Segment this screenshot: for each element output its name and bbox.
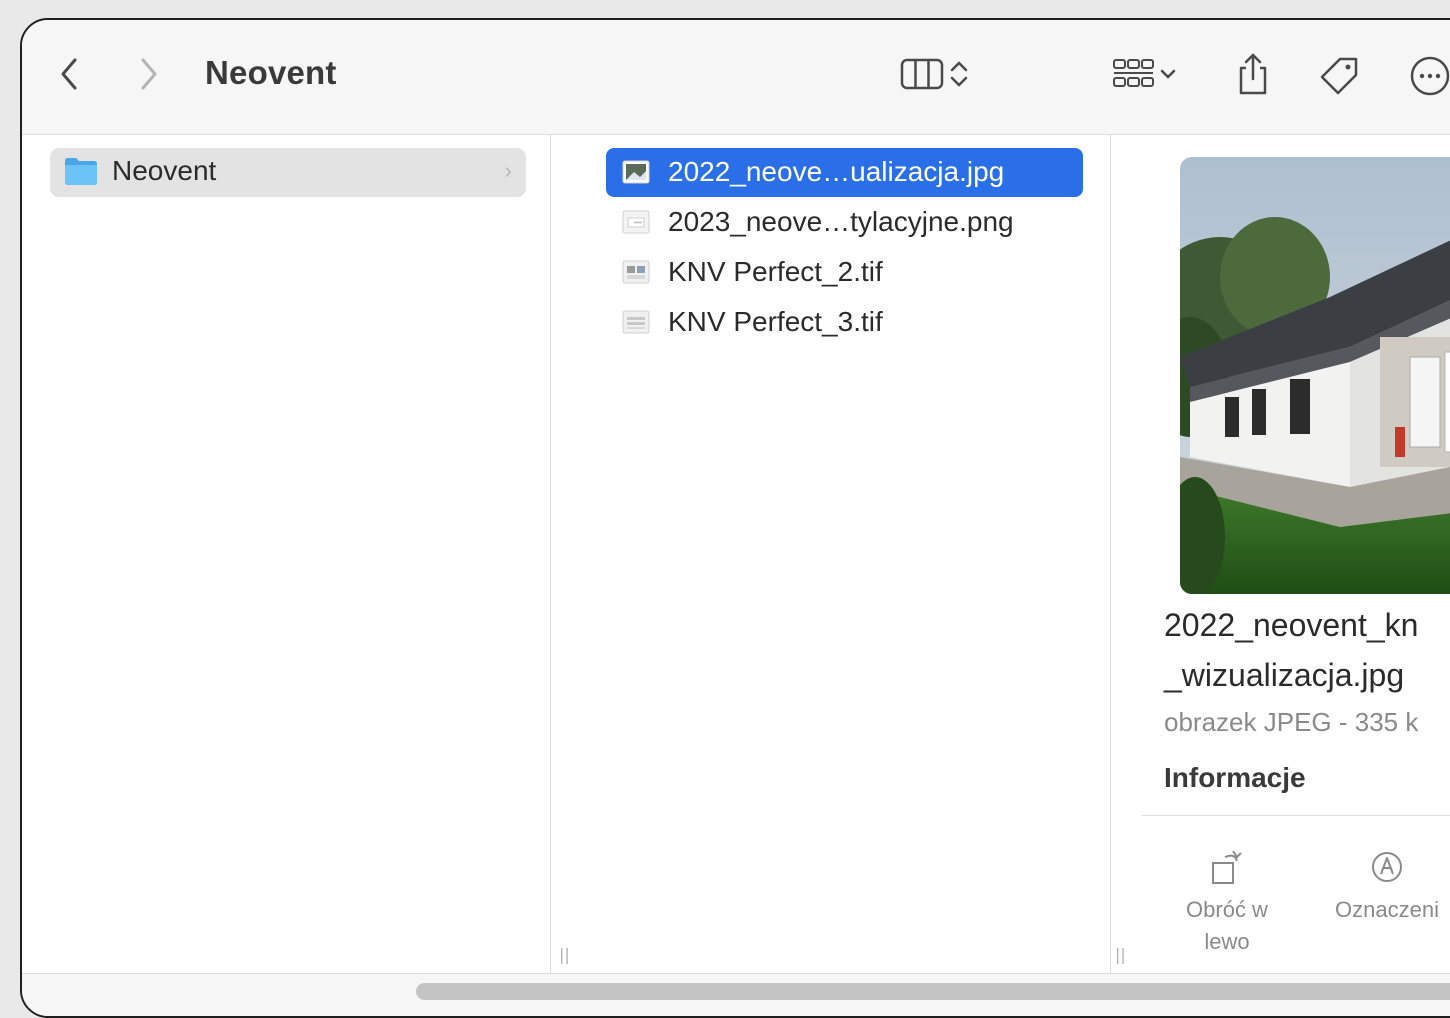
view-mode-button[interactable] (890, 54, 980, 94)
action-label-cont: lewo (1204, 929, 1250, 954)
chevron-updown-icon (950, 61, 968, 87)
folder-icon (65, 158, 97, 185)
column-view-icon (900, 58, 944, 90)
sidebar-item-label: Neovent (112, 155, 217, 186)
png-file-icon (622, 210, 650, 234)
column-resize-handle[interactable]: || (559, 945, 570, 964)
forward-button[interactable] (130, 56, 166, 92)
file-name: 2022_neove…ualizacja.jpg (668, 156, 1005, 187)
preview-file-name-cont: _wizualizacja.jpg (1164, 657, 1405, 693)
group-button[interactable] (1104, 54, 1186, 94)
file-name: 2023_neove…tylacyjne.png (668, 206, 1014, 237)
preview-file-kind: obrazek JPEG - 335 k (1164, 707, 1419, 737)
share-icon (1239, 53, 1267, 95)
action-label: Obróć w (1186, 897, 1268, 922)
more-button[interactable] (1408, 54, 1450, 98)
sidebar-item-neovent[interactable]: Neovent › (50, 148, 526, 197)
chevron-left-icon (61, 58, 77, 90)
jpg-file-icon (622, 160, 650, 184)
back-button[interactable] (52, 56, 88, 92)
file-row[interactable]: 2023_neove…tylacyjne.png (606, 198, 1083, 247)
markup-button[interactable]: Oznaczeni (1317, 847, 1450, 926)
file-column: 2022_neove…ualizacja.jpg 2023_neove…tyla… (582, 135, 1111, 973)
tag-button[interactable] (1314, 52, 1364, 98)
rotate-left-button[interactable]: Obróć w lewo (1162, 847, 1292, 958)
file-row[interactable]: KNV Perfect_2.tif (606, 248, 1083, 297)
share-button[interactable] (1230, 50, 1276, 98)
tag-icon (1320, 57, 1358, 95)
column-resize-handle[interactable]: || (1115, 945, 1126, 964)
tif-file-icon (622, 310, 650, 334)
finder-window: Neovent Neovent › || 2022_neove…ualizacj… (20, 18, 1450, 1018)
action-label: Oznaczeni (1335, 897, 1439, 922)
markup-icon (1372, 852, 1402, 882)
chevron-right-icon: › (504, 158, 512, 183)
toolbar: Neovent (22, 20, 1450, 135)
group-grid-icon (1113, 59, 1154, 87)
window-title: Neovent (205, 54, 337, 91)
scrollbar-thumb[interactable] (416, 983, 1450, 1000)
preview-file-name: 2022_neovent_kn (1164, 607, 1419, 643)
house-render-image (1180, 157, 1450, 594)
tif-file-icon (622, 260, 650, 284)
horizontal-scrollbar[interactable] (22, 973, 1450, 1016)
preview-pane: 2022_neovent_kn _wizualizacja.jpg obraze… (1142, 135, 1450, 973)
rotate-left-icon (1212, 850, 1242, 884)
chevron-right-icon (141, 58, 157, 90)
file-row[interactable]: KNV Perfect_3.tif (606, 298, 1083, 347)
preview-thumbnail (1180, 157, 1450, 594)
file-name: KNV Perfect_2.tif (668, 256, 883, 287)
divider (1142, 815, 1450, 816)
file-row-selected[interactable]: 2022_neove…ualizacja.jpg (606, 148, 1083, 197)
folder-column: Neovent › (22, 135, 551, 973)
chevron-down-icon (1160, 69, 1176, 79)
file-name: KNV Perfect_3.tif (668, 306, 883, 337)
info-heading: Informacje (1164, 762, 1306, 793)
ellipsis-circle-icon (1410, 56, 1450, 96)
